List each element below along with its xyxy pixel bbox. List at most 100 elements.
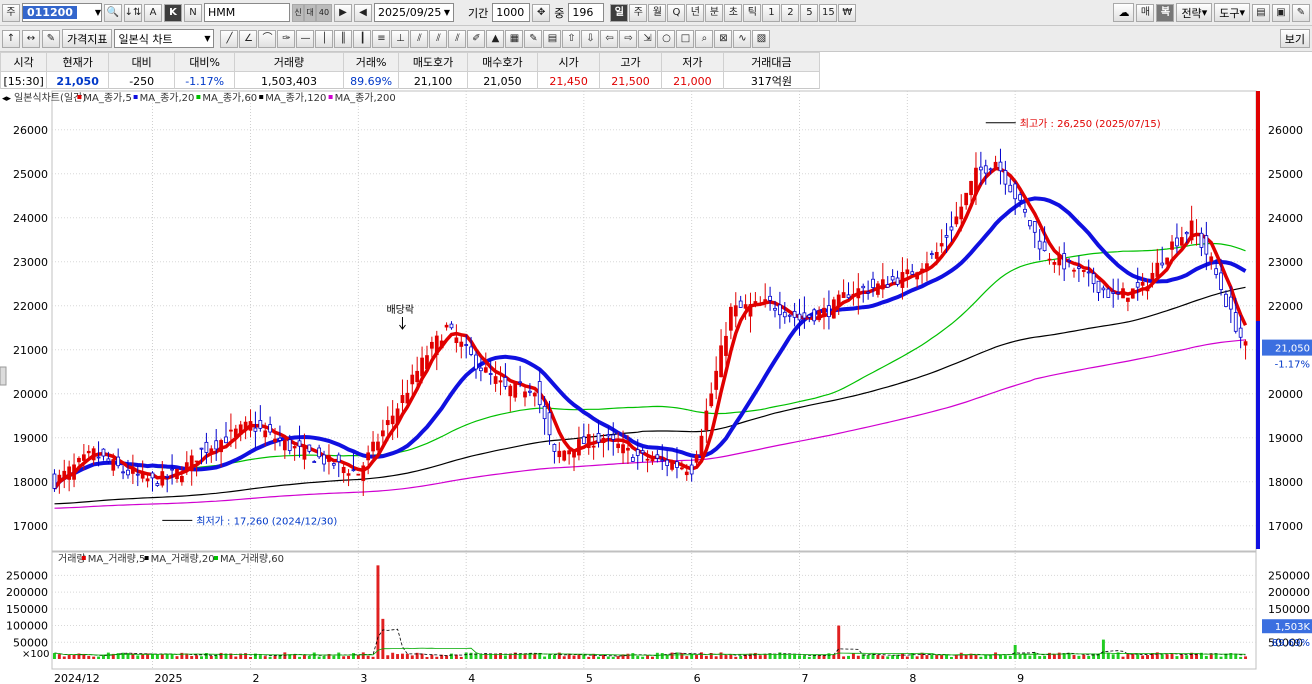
draw-tool-icon-26[interactable]: ⊠ <box>714 29 733 48</box>
search-icon[interactable]: 🔍 <box>104 3 122 22</box>
interval-button-9[interactable]: 2 <box>781 3 800 22</box>
interval-button-1[interactable]: 주 <box>629 3 648 22</box>
price-tick-label-left: 25000 <box>13 168 48 181</box>
draw-tool-icon-0[interactable]: ╱ <box>220 29 239 48</box>
draw-tool-icon-3[interactable]: ✑ <box>277 29 296 48</box>
chart-type-select[interactable]: 일본식 차트 ▼ <box>114 29 215 48</box>
draw-tool-icon-21[interactable]: ⇨ <box>619 29 638 48</box>
volume-bar <box>376 565 380 659</box>
flag-credit[interactable]: 신 <box>292 3 304 22</box>
price-indicator-button[interactable]: 가격지표 <box>62 29 113 48</box>
candle-body <box>449 323 454 329</box>
draw-tool-icon-22[interactable]: ⇲ <box>638 29 657 48</box>
quote-header-11: 거래대금 <box>722 52 821 72</box>
folder-icon[interactable]: ▤ <box>1252 3 1270 22</box>
price-legend-item: MA_종가,5 <box>83 92 131 104</box>
volume-bar <box>214 655 218 659</box>
stock-code-input[interactable]: 011200 ▼ <box>22 3 102 22</box>
interval-button-4[interactable]: 년 <box>686 3 705 22</box>
volume-tick-label-left: 200000 <box>6 586 48 599</box>
draw-tool-icon-28[interactable]: ▧ <box>752 29 771 48</box>
interval-button-7[interactable]: 틱 <box>743 3 762 22</box>
candle-body <box>812 309 817 322</box>
chevron-down-icon[interactable]: ▼ <box>204 34 210 43</box>
volume-bar <box>626 653 630 659</box>
interval-selector: 일 주 월 Q 년 분 초 틱 1 2 5 15 ₩ <box>610 3 857 22</box>
draw-tool-icon-24[interactable]: □ <box>676 29 695 48</box>
draw-tool-icon-7[interactable]: ┃ <box>353 29 372 48</box>
draw-tool-icon-2[interactable]: ⌒ <box>258 29 277 48</box>
candle-body <box>1062 253 1067 270</box>
flag-loan[interactable]: 대 <box>304 3 316 22</box>
draw-tool-icon-23[interactable]: ○ <box>657 29 676 48</box>
prev-icon[interactable]: ◀ <box>354 3 372 22</box>
view-button[interactable]: 보기 <box>1279 29 1310 48</box>
volume-bar <box>1003 655 1007 659</box>
stock-name-field[interactable]: HMM <box>204 3 290 22</box>
legend-swatch <box>328 95 333 99</box>
count-input[interactable]: 196 <box>568 3 605 22</box>
strategy-button[interactable]: 전략 ▾ <box>1176 3 1213 22</box>
flag-40[interactable]: 40 <box>316 3 332 22</box>
sort-icon[interactable]: ↓⇅ <box>124 3 142 22</box>
draw-tool-icon-12[interactable]: ⫽ <box>448 29 467 48</box>
draw-tool-icon-10[interactable]: ⫽ <box>410 29 429 48</box>
price-chart[interactable]: 17000 17000 18000 18000 19000 19000 20000 20000… <box>0 89 1312 684</box>
draw-tool-icon-11[interactable]: ⫽ <box>429 29 448 48</box>
draw-tool-icon-8[interactable]: ≡ <box>372 29 391 48</box>
arrow-up-icon[interactable]: ↑ <box>2 29 20 48</box>
draw-tool-icon-6[interactable]: ║ <box>334 29 353 48</box>
draw-tool-icon-5[interactable]: │ <box>315 29 334 48</box>
interval-button-6[interactable]: 초 <box>724 3 743 22</box>
copy-button[interactable]: 복 <box>1156 3 1175 22</box>
market-selector[interactable]: 주 <box>2 3 20 22</box>
quote-panel: 시각 현재가 대비 대비% 거래량 거래% 매도호가 매수호가 시가 고가 저가 거래대금 [15:3… <box>0 52 821 91</box>
draw-tool-icon-14[interactable]: ▲ <box>486 29 505 48</box>
draw-tool-icon-17[interactable]: ▤ <box>543 29 562 48</box>
volume-bar <box>200 656 203 659</box>
tools-button[interactable]: 도구 ▾ <box>1214 3 1250 22</box>
buy-button[interactable]: 매 <box>1136 3 1155 22</box>
interval-button-10[interactable]: 5 <box>800 3 819 22</box>
interval-button-12[interactable]: ₩ <box>838 3 857 22</box>
edit-icon[interactable]: ✎ <box>42 29 60 48</box>
period-input[interactable]: 1000 <box>492 3 531 22</box>
candle-body <box>1101 287 1106 291</box>
interval-button-0[interactable]: 일 <box>610 3 629 22</box>
settings-icon[interactable]: ✎ <box>1292 3 1310 22</box>
volume-bar <box>396 654 400 659</box>
mode-k-button[interactable]: K <box>164 3 182 22</box>
draw-tool-icon-20[interactable]: ⇦ <box>600 29 619 48</box>
play-icon[interactable]: ▶ <box>334 3 352 22</box>
mode-n-button[interactable]: N <box>184 3 202 22</box>
expand-icon[interactable]: ↔ <box>22 29 40 48</box>
scroll-arrows-icon[interactable]: ◂▸ <box>2 94 12 104</box>
chevron-down-icon[interactable]: ▼ <box>95 8 101 17</box>
draw-tool-icon-13[interactable]: ✐ <box>467 29 486 48</box>
interval-button-11[interactable]: 15 <box>819 3 838 22</box>
draw-tool-icon-16[interactable]: ✎ <box>524 29 543 48</box>
draw-tool-icon-27[interactable]: ∿ <box>733 29 752 48</box>
calendar-dropdown-icon[interactable]: ▼ <box>444 8 450 17</box>
draw-tool-icon-1[interactable]: ∠ <box>239 29 258 48</box>
candle-body <box>469 346 473 355</box>
candle-body <box>846 294 851 299</box>
draw-tool-icon-19[interactable]: ⇩ <box>581 29 600 48</box>
candle-body <box>596 432 601 443</box>
draw-tool-icon-25[interactable]: ⌕ <box>695 29 714 48</box>
interval-button-8[interactable]: 1 <box>762 3 781 22</box>
interval-button-3[interactable]: Q <box>667 3 686 22</box>
save-icon[interactable]: ▣ <box>1272 3 1290 22</box>
price-tick-label-left: 21000 <box>13 344 48 357</box>
cloud-icon[interactable]: ☁ <box>1113 3 1135 22</box>
draw-tool-icon-4[interactable]: — <box>296 29 315 48</box>
interval-button-5[interactable]: 분 <box>705 3 724 22</box>
draw-tool-icon-18[interactable]: ⇧ <box>562 29 581 48</box>
interval-button-2[interactable]: 월 <box>648 3 667 22</box>
mode-a-button[interactable]: A <box>144 3 162 22</box>
date-input[interactable]: 2025/09/25 ▼ <box>374 3 454 22</box>
draw-tool-icon-15[interactable]: ▦ <box>505 29 524 48</box>
draw-tool-icon-9[interactable]: ⊥ <box>391 29 410 48</box>
cursor-icon[interactable]: ✥ <box>532 3 551 22</box>
panel-collapse-handle[interactable] <box>0 366 7 386</box>
